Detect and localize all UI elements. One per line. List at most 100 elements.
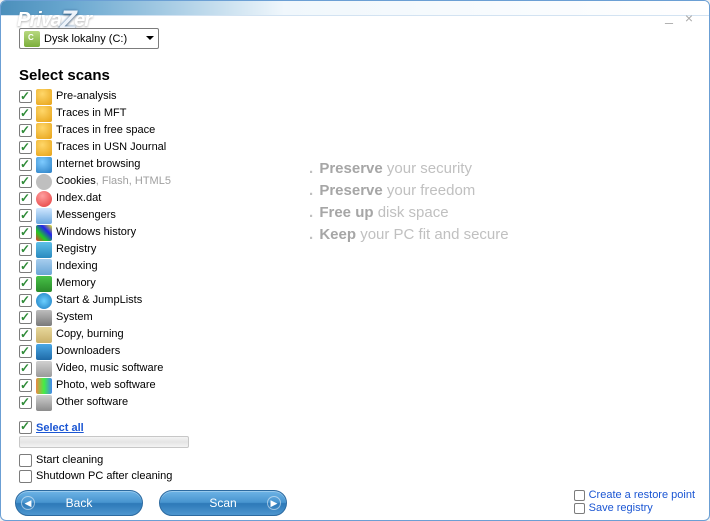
scan-checkbox[interactable] (19, 158, 32, 171)
drive-selector[interactable]: Dysk lokalny (C:) (19, 28, 159, 49)
right-column: . Preserve your security. Preserve your … (279, 28, 695, 484)
scan-label: Video, music software (56, 360, 163, 377)
post-option-checkbox[interactable] (19, 454, 32, 467)
media-icon (36, 361, 52, 377)
slogan-rest: your security (383, 160, 472, 177)
scan-checkbox[interactable] (19, 107, 32, 120)
left-column: Dysk lokalny (C:) Select scans Pre-analy… (19, 28, 249, 484)
index-icon (36, 191, 52, 207)
scan-item: Indexing (19, 258, 249, 275)
scan-item: Index.dat (19, 190, 249, 207)
post-option-label: Shutdown PC after cleaning (36, 468, 172, 485)
scan-label: System (56, 309, 93, 326)
reg-icon (36, 242, 52, 258)
scan-item: Registry (19, 241, 249, 258)
slogan-line: . Preserve your security (309, 158, 509, 180)
scan-checkbox[interactable] (19, 243, 32, 256)
scan-checkbox[interactable] (19, 175, 32, 188)
scan-label: Photo, web software (56, 377, 156, 394)
chevron-down-icon (146, 36, 154, 40)
post-option-label: Start cleaning (36, 452, 103, 469)
app-icon (36, 395, 52, 411)
scan-item: Windows history (19, 224, 249, 241)
scan-checkbox[interactable] (19, 362, 32, 375)
cookie-icon (36, 174, 52, 190)
scan-checkbox[interactable] (19, 294, 32, 307)
scan-label: Pre-analysis (56, 88, 117, 105)
scan-checkbox[interactable] (19, 328, 32, 341)
select-all-link[interactable]: Select all (36, 422, 84, 434)
bullet-dot: . (309, 226, 317, 243)
scan-checkbox[interactable] (19, 311, 32, 324)
scan-item: Traces in free space (19, 122, 249, 139)
scan-label: Downloaders (56, 343, 120, 360)
scan-button[interactable]: Scan ▶ (159, 490, 287, 516)
body: Dysk lokalny (C:) Select scans Pre-analy… (1, 16, 709, 490)
slogan-line: . Preserve your freedom (309, 180, 509, 202)
scan-item: Photo, web software (19, 377, 249, 394)
scan-checkbox[interactable] (19, 226, 32, 239)
scan-item: Copy, burning (19, 326, 249, 343)
scan-label: Indexing (56, 258, 98, 275)
select-all-checkbox[interactable] (19, 421, 32, 434)
save-registry-checkbox[interactable] (574, 503, 585, 514)
scan-button-label: Scan (209, 496, 236, 510)
scan-label: Cookies, Flash, HTML5 (56, 173, 171, 190)
drive-label: Dysk lokalny (C:) (44, 33, 127, 45)
scan-label: Messengers (56, 207, 116, 224)
scan-label: Windows history (56, 224, 136, 241)
photo-icon (36, 378, 52, 394)
dl-icon (36, 344, 52, 360)
sys-icon (36, 310, 52, 326)
scan-label: Index.dat (56, 190, 101, 207)
bullet-dot: . (309, 182, 317, 199)
scan-item: Cookies, Flash, HTML5 (19, 173, 249, 190)
shield-icon (36, 106, 52, 122)
scan-checkbox[interactable] (19, 396, 32, 409)
scan-checkbox[interactable] (19, 124, 32, 137)
save-registry-link[interactable]: Save registry (589, 502, 653, 514)
slogan-rest: disk space (374, 204, 449, 221)
scan-item: Memory (19, 275, 249, 292)
slogan-line: . Free up disk space (309, 202, 509, 224)
post-option: Shutdown PC after cleaning (19, 468, 249, 484)
scan-label: Traces in USN Journal (56, 139, 166, 156)
scan-label: Traces in MFT (56, 105, 127, 122)
scan-checkbox[interactable] (19, 379, 32, 392)
titlebar: PrivaZer _ × (1, 1, 709, 16)
slogan-bold: Free up (319, 204, 373, 221)
mem-icon (36, 276, 52, 292)
footer-options: Create a restore point Save registry (574, 489, 695, 514)
minimize-button[interactable]: _ (661, 11, 677, 27)
scan-label: Internet browsing (56, 156, 140, 173)
post-option-checkbox[interactable] (19, 470, 32, 483)
scan-checkbox[interactable] (19, 277, 32, 290)
arrow-right-icon: ▶ (267, 496, 281, 510)
drive-icon (24, 31, 40, 47)
copy-icon (36, 327, 52, 343)
close-button[interactable]: × (681, 11, 697, 27)
shield-icon (36, 89, 52, 105)
restore-point-link[interactable]: Create a restore point (589, 489, 695, 501)
scan-label: Start & JumpLists (56, 292, 142, 309)
scan-label: Other software (56, 394, 128, 411)
back-button[interactable]: ◀ Back (15, 490, 143, 516)
shield-icon (36, 140, 52, 156)
select-all-row: Select all (19, 421, 249, 434)
scan-label: Registry (56, 241, 96, 258)
slogan-rest: your freedom (383, 182, 476, 199)
scan-item: System (19, 309, 249, 326)
scan-checkbox[interactable] (19, 141, 32, 154)
back-button-label: Back (66, 496, 93, 510)
scan-checkbox[interactable] (19, 260, 32, 273)
scan-item: Start & JumpLists (19, 292, 249, 309)
scan-checkbox[interactable] (19, 209, 32, 222)
slogan-line: . Keep your PC fit and secure (309, 224, 509, 246)
scan-checkbox[interactable] (19, 192, 32, 205)
slogan-bold: Preserve (319, 182, 382, 199)
idx-icon (36, 259, 52, 275)
restore-point-checkbox[interactable] (574, 490, 585, 501)
scan-checkbox[interactable] (19, 90, 32, 103)
scan-checkbox[interactable] (19, 345, 32, 358)
globe-icon (36, 157, 52, 173)
